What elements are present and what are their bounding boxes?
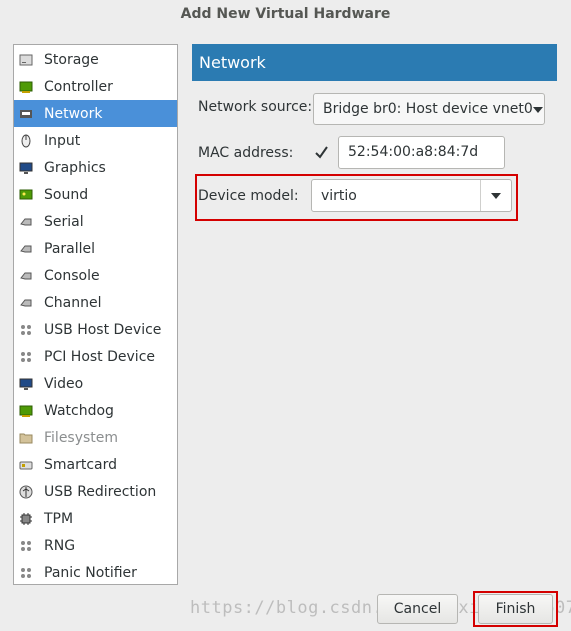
sidebar-item-video[interactable]: Video (14, 370, 177, 397)
folder-icon (18, 430, 34, 446)
sidebar-item-label: Storage (44, 51, 99, 68)
sidebar-item-usb-redirection[interactable]: USB Redirection (14, 478, 177, 505)
sidebar-item-usb-host-device[interactable]: USB Host Device (14, 316, 177, 343)
dropdown-arrow-icon (491, 192, 501, 199)
sidebar-item-label: Sound (44, 186, 89, 203)
sidebar-item-tpm[interactable]: TPM (14, 505, 177, 532)
device-model-dropdown-button[interactable] (480, 180, 511, 211)
sidebar-item-label: Filesystem (44, 429, 119, 446)
watchdog-icon (18, 403, 34, 419)
sidebar-item-label: Graphics (44, 159, 106, 176)
sidebar-item-storage[interactable]: Storage (14, 46, 177, 73)
storage-icon (18, 52, 34, 68)
serial-icon (18, 214, 34, 230)
sidebar-item-controller[interactable]: Controller (14, 73, 177, 100)
monitor-icon (18, 160, 34, 176)
network-source-dropdown[interactable]: Bridge br0: Host device vnet0 (313, 93, 545, 125)
smartcard-icon (18, 457, 34, 473)
sidebar-item-label: USB Host Device (44, 321, 162, 338)
sidebar-item-label: Parallel (44, 240, 96, 257)
mac-address-checkbox[interactable] (314, 145, 329, 160)
rng-icon (18, 538, 34, 554)
usb-redirection-icon (18, 484, 34, 500)
network-source-value: Bridge br0: Host device vnet0 (323, 101, 533, 117)
channel-icon (18, 295, 34, 311)
panel-title: Network (192, 44, 557, 81)
sidebar-item-label: TPM (44, 510, 74, 527)
parallel-icon (18, 241, 34, 257)
finish-highlight (473, 591, 558, 627)
sidebar-item-console[interactable]: Console (14, 262, 177, 289)
sidebar-item-label: PCI Host Device (44, 348, 156, 365)
sidebar-item-label: RNG (44, 537, 76, 554)
sidebar-item-rng[interactable]: RNG (14, 532, 177, 559)
console-icon (18, 268, 34, 284)
mac-address-label: MAC address: (198, 145, 294, 161)
panic-notifier-icon (18, 565, 34, 581)
sidebar-item-label: Network (44, 105, 103, 122)
sidebar-item-parallel[interactable]: Parallel (14, 235, 177, 262)
sidebar-item-label: Smartcard (44, 456, 118, 473)
sidebar-item-sound[interactable]: Sound (14, 181, 177, 208)
sidebar-item-label: Channel (44, 294, 102, 311)
sidebar-item-channel[interactable]: Channel (14, 289, 177, 316)
sidebar-item-label: Panic Notifier (44, 564, 137, 581)
checkmark-icon (315, 146, 328, 159)
network-icon (18, 106, 34, 122)
sidebar-item-serial[interactable]: Serial (14, 208, 177, 235)
sidebar-item-smartcard[interactable]: Smartcard (14, 451, 177, 478)
sidebar-item-graphics[interactable]: Graphics (14, 154, 177, 181)
sidebar-item-label: Video (44, 375, 84, 392)
sidebar-item-label: USB Redirection (44, 483, 157, 500)
sidebar-item-label: Input (44, 132, 81, 149)
device-model-label: Device model: (198, 188, 299, 204)
window-title: Add New Virtual Hardware (180, 6, 391, 22)
sidebar-item-network[interactable]: Network (14, 100, 177, 127)
sidebar-item-label: Console (44, 267, 100, 284)
controller-icon (18, 79, 34, 95)
sound-card-icon (18, 187, 34, 203)
sidebar-item-pci-host-device[interactable]: PCI Host Device (14, 343, 177, 370)
sidebar-item-label: Serial (44, 213, 84, 230)
sidebar-item-watchdog[interactable]: Watchdog (14, 397, 177, 424)
mouse-icon (18, 133, 34, 149)
sidebar-item-input[interactable]: Input (14, 127, 177, 154)
mac-address-field[interactable]: 52:54:00:a8:84:7d (338, 136, 505, 169)
hardware-list[interactable]: Storage Controller Network Input Graphics Sou… (13, 44, 178, 585)
sidebar-item-label: Watchdog (44, 402, 114, 419)
chip-icon (18, 511, 34, 527)
video-icon (18, 376, 34, 392)
usb-device-icon (18, 322, 34, 338)
sidebar-item-filesystem[interactable]: Filesystem (14, 424, 177, 451)
device-model-value: virtio (321, 187, 357, 204)
cancel-button[interactable]: Cancel (377, 594, 458, 624)
network-source-label: Network source: (198, 99, 313, 115)
dropdown-arrow-icon (532, 101, 543, 117)
device-model-combo[interactable]: virtio (311, 179, 512, 212)
sidebar-item-panic-notifier[interactable]: Panic Notifier (14, 559, 177, 586)
pci-device-icon (18, 349, 34, 365)
sidebar-item-label: Controller (44, 78, 113, 95)
